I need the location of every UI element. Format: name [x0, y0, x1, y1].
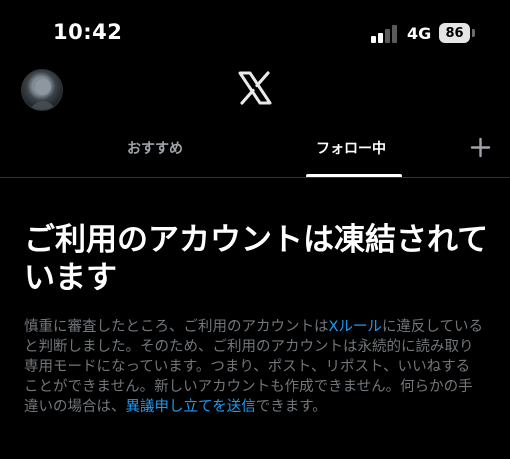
app-screen: 10:42 4G 86 おすすめ フォロー中 ご利用のアカウントは凍結されていま…: [0, 0, 510, 459]
tab-following[interactable]: フォロー中: [316, 138, 386, 158]
avatar-photo-icon: [29, 79, 57, 110]
battery-level: 86: [445, 25, 464, 41]
header-divider: [0, 177, 510, 178]
suspension-title: ご利用のアカウントは凍結されています: [24, 222, 489, 296]
x-logo-icon[interactable]: [238, 71, 272, 105]
plus-icon[interactable]: [470, 137, 491, 158]
signal-icon: [371, 25, 401, 43]
x-rules-link[interactable]: Xルール: [329, 319, 382, 335]
battery-icon: 86: [439, 23, 470, 43]
appeal-link[interactable]: 異議申し立てを送信: [126, 399, 256, 415]
suspension-message: 慎重に審査したところ、ご利用のアカウントはXルールに違反していると判断しました。…: [24, 317, 484, 417]
user-avatar[interactable]: [21, 69, 63, 111]
status-time: 10:42: [53, 20, 123, 44]
message-text-1: 慎重に審査したところ、ご利用のアカウントは: [24, 319, 329, 335]
status-bar: 10:42 4G 86: [0, 0, 510, 62]
message-text-3: できます。: [255, 399, 327, 415]
network-type: 4G: [407, 24, 432, 43]
battery-cap: [472, 29, 475, 37]
tab-recommended[interactable]: おすすめ: [127, 138, 183, 158]
